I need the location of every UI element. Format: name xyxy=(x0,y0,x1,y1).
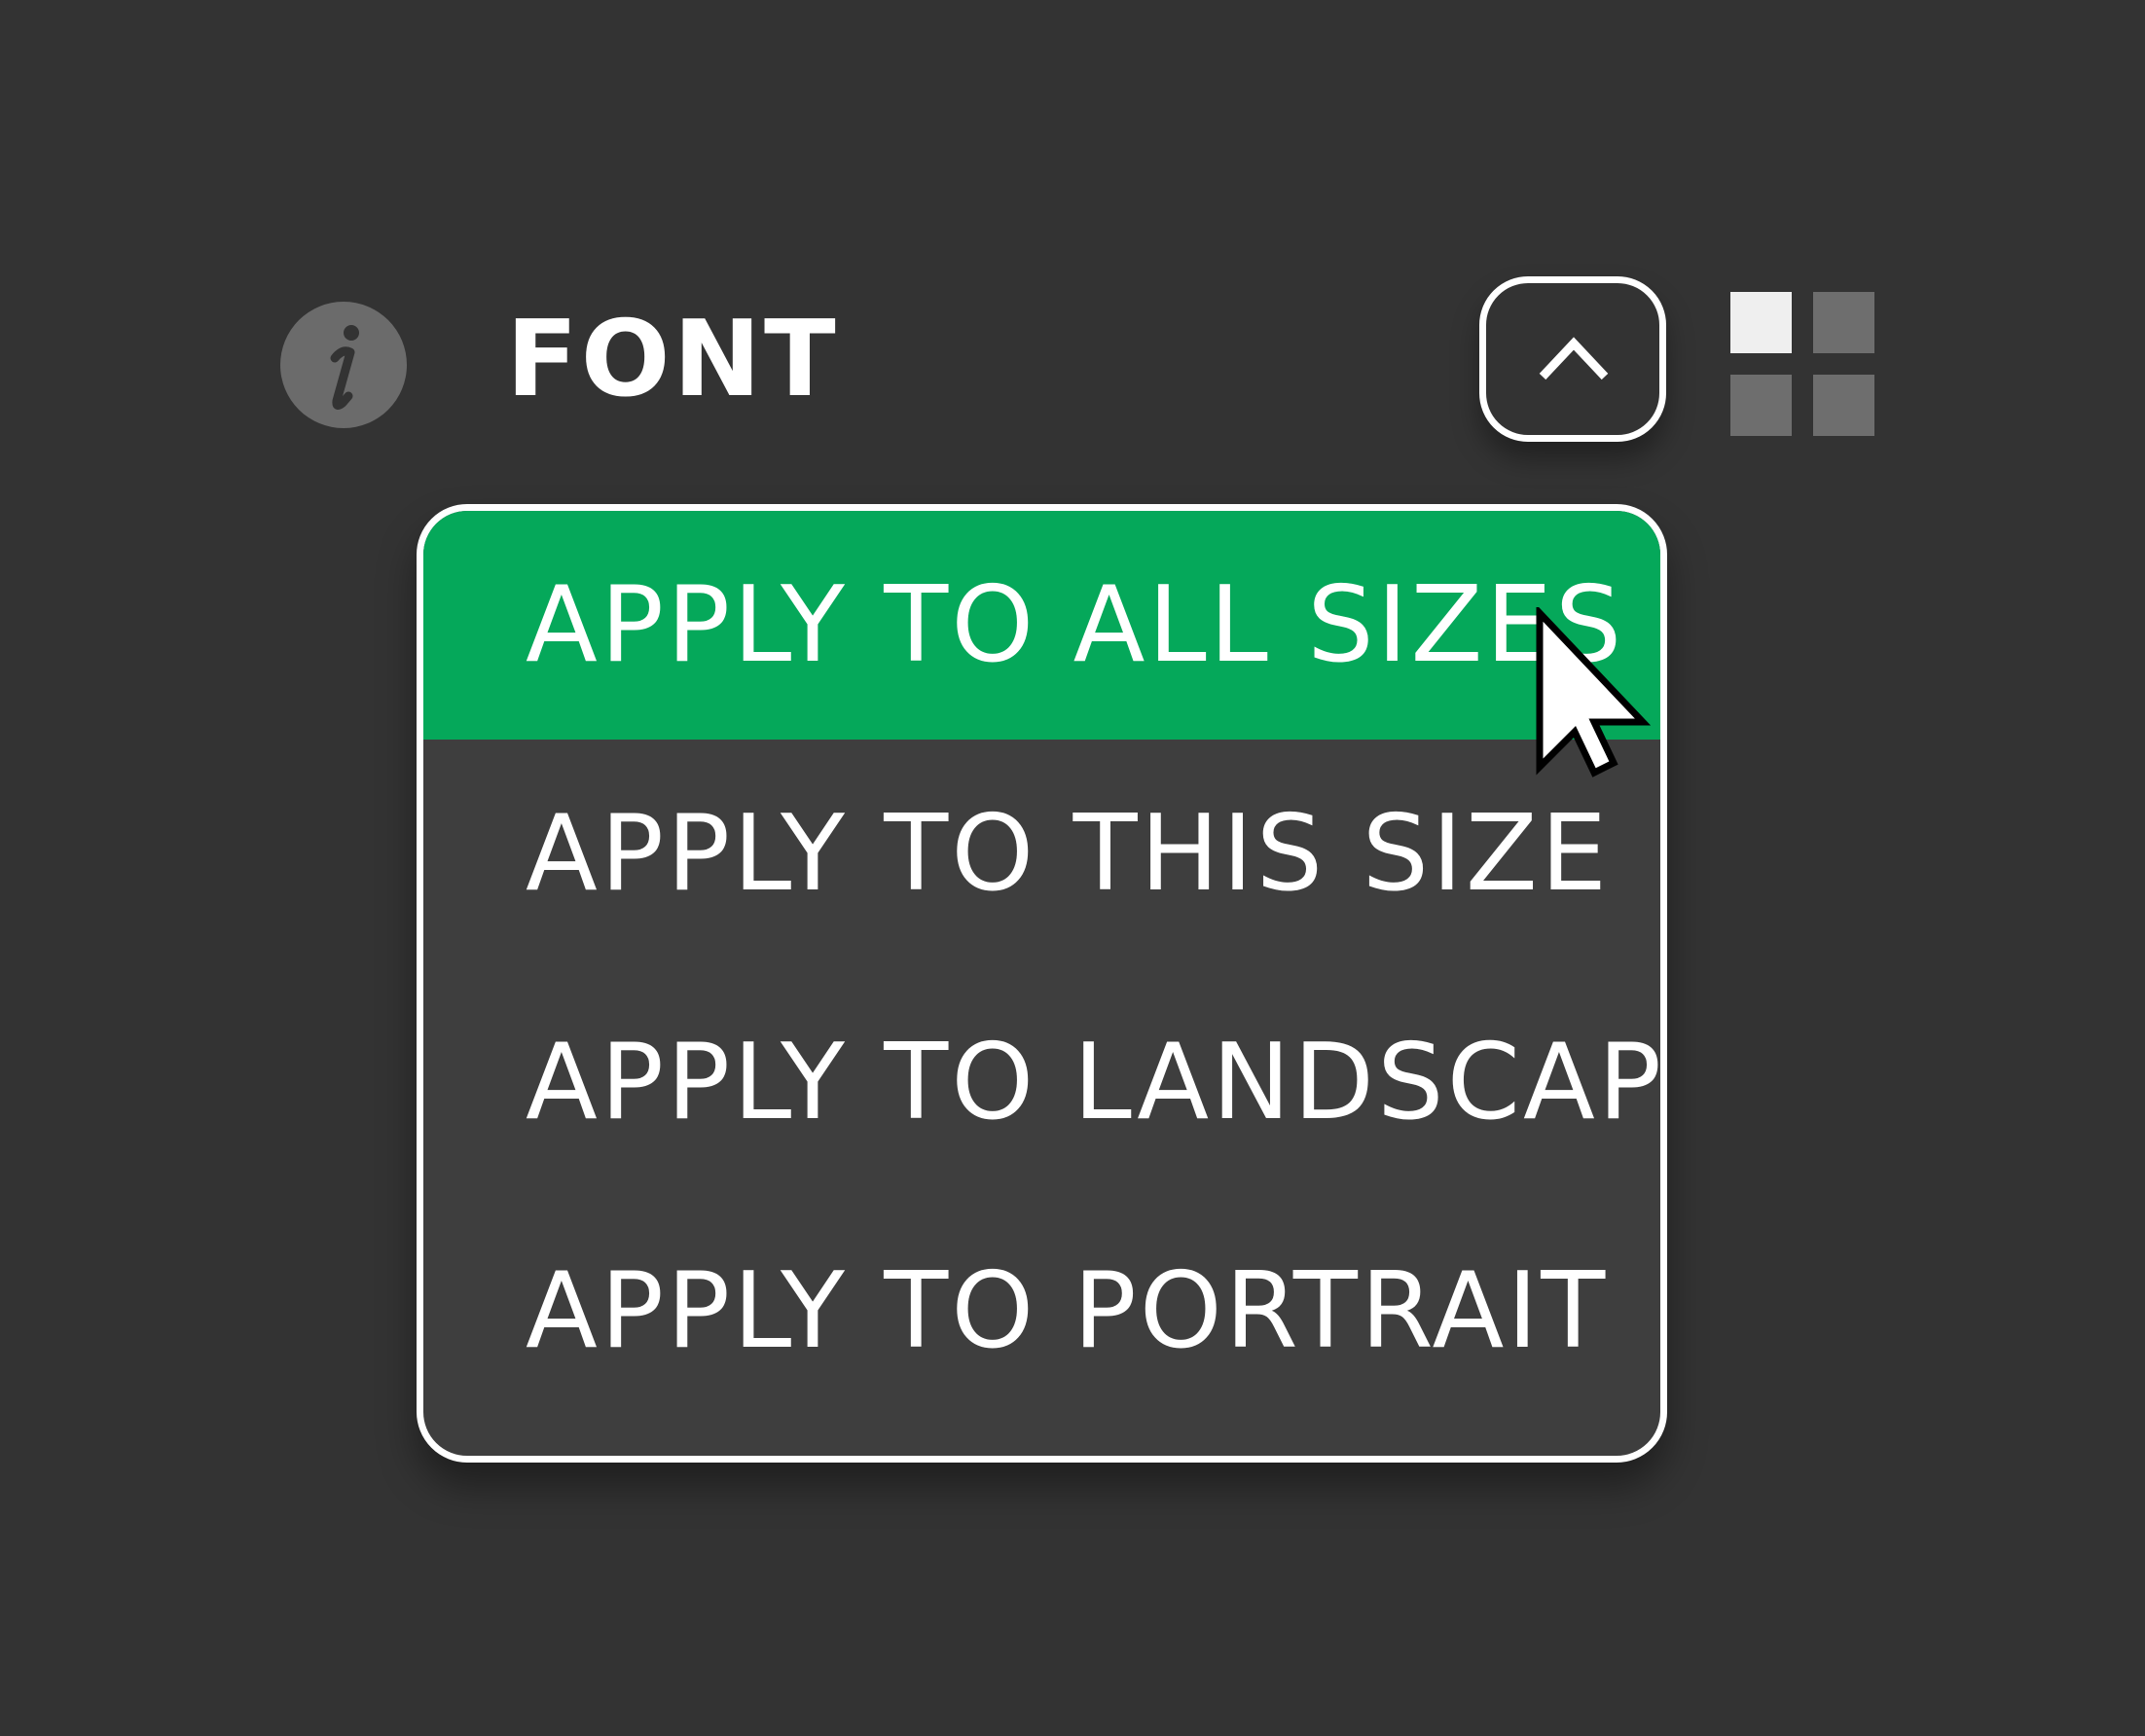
menu-item-label: APPLY TO LANDSCAPE xyxy=(526,1022,1667,1143)
menu-item-apply-to-portrait[interactable]: APPLY TO PORTRAIT xyxy=(423,1197,1660,1426)
mouse-pointer-icon xyxy=(1536,607,1651,778)
menu-item-apply-to-landscape[interactable]: APPLY TO LANDSCAPE xyxy=(423,968,1660,1197)
menu-item-label: APPLY TO ALL SIZES xyxy=(526,564,1625,686)
font-settings-panel: FONT APPLY TO ALL SIZES APPLY TO THIS SI… xyxy=(0,0,2145,1736)
panel-title: FONT xyxy=(506,299,839,420)
grid-view-icon[interactable] xyxy=(1730,292,1874,436)
menu-item-apply-to-this-size[interactable]: APPLY TO THIS SIZE xyxy=(423,740,1660,968)
menu-item-label: APPLY TO THIS SIZE xyxy=(526,793,1611,915)
chevron-up-icon xyxy=(1539,337,1609,380)
grid-cell xyxy=(1813,292,1874,353)
apply-scope-dropdown: APPLY TO ALL SIZES APPLY TO THIS SIZE AP… xyxy=(417,504,1667,1463)
menu-item-label: APPLY TO PORTRAIT xyxy=(526,1250,1609,1372)
info-icon[interactable] xyxy=(280,302,407,428)
grid-cell-active xyxy=(1730,292,1792,353)
grid-cell xyxy=(1730,375,1792,436)
menu-item-apply-to-all-sizes[interactable]: APPLY TO ALL SIZES xyxy=(423,511,1660,740)
grid-cell xyxy=(1813,375,1874,436)
collapse-menu-button[interactable] xyxy=(1479,276,1666,442)
